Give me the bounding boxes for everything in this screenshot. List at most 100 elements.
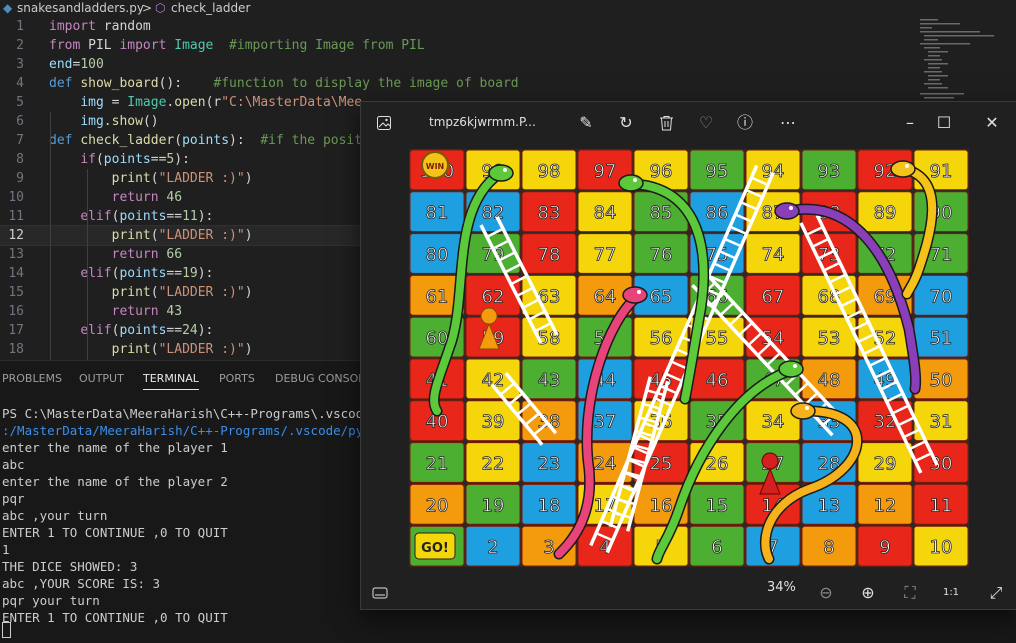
snake-eye bbox=[805, 406, 809, 410]
cell-number: 65 bbox=[650, 286, 673, 307]
breadcrumb-file[interactable]: snakesandladders.py bbox=[17, 0, 144, 17]
delete-icon[interactable] bbox=[653, 110, 679, 136]
fullscreen-icon[interactable]: ⤢ bbox=[983, 580, 1009, 606]
board-cell: 93 bbox=[801, 149, 857, 191]
viewer-title: tmpz6kjwrmm.P... bbox=[429, 115, 536, 129]
terminal-line: ENTER 1 TO CONTINUE ,0 TO QUIT bbox=[2, 525, 228, 540]
board-cell: 81 bbox=[409, 191, 465, 233]
board-cell: 10 bbox=[913, 525, 969, 567]
cell-number: 3 bbox=[543, 537, 554, 558]
terminal-line: ENTER 1 TO CONTINUE ,0 TO QUIT bbox=[2, 610, 228, 625]
code-text: import random bbox=[49, 19, 151, 34]
rotate-icon[interactable]: ↻ bbox=[613, 110, 639, 136]
cell-number: 20 bbox=[426, 495, 449, 516]
cell-number: 18 bbox=[538, 495, 561, 516]
code-text: end=100 bbox=[49, 57, 104, 72]
cell-number: 16 bbox=[650, 495, 673, 516]
close-icon[interactable]: ✕ bbox=[979, 110, 1005, 136]
cell-number: 85 bbox=[650, 203, 673, 224]
zoom-in-icon[interactable]: ⊕ bbox=[855, 580, 881, 606]
indent-guide bbox=[50, 112, 51, 360]
board-cell: 19 bbox=[465, 483, 521, 525]
cell-number: 70 bbox=[930, 286, 953, 307]
snake-eye bbox=[905, 164, 909, 168]
board-cell: 29 bbox=[857, 442, 913, 483]
line-number: 7 bbox=[16, 133, 24, 148]
cell-number: 74 bbox=[762, 245, 785, 266]
cell-number: 9 bbox=[879, 537, 890, 558]
code-text: print("LADDER :)") bbox=[111, 171, 253, 186]
snake-eye bbox=[633, 178, 637, 182]
cell-number: 81 bbox=[426, 203, 449, 224]
cell-number: 39 bbox=[482, 412, 505, 433]
cell-number: 83 bbox=[538, 203, 561, 224]
minimize-icon[interactable]: – bbox=[897, 110, 923, 136]
snake-head bbox=[618, 174, 644, 192]
cell-number: 34 bbox=[762, 412, 785, 433]
cell-number: 8 bbox=[823, 537, 834, 558]
board-cell: 43 bbox=[521, 358, 577, 400]
cell-number: 25 bbox=[650, 454, 673, 475]
terminal-line: THE DICE SHOWED: 3 bbox=[2, 559, 138, 574]
board-cell: 22 bbox=[465, 442, 521, 483]
terminal-line: pqr your turn bbox=[2, 593, 100, 608]
minimap[interactable] bbox=[918, 17, 998, 107]
terminal-line: enter the name of the player 1 bbox=[2, 440, 228, 455]
cell-number: 6 bbox=[711, 537, 722, 558]
line-number: 4 bbox=[16, 76, 24, 91]
snake-eye bbox=[789, 206, 793, 210]
cell-number: 98 bbox=[538, 161, 561, 182]
terminal-line: 1 bbox=[2, 542, 10, 557]
code-line[interactable]: 4 def show_board(): #function to display … bbox=[0, 74, 1016, 93]
tab-ports[interactable]: PORTS bbox=[219, 372, 255, 385]
breadcrumb: ◆ snakesandladders.py > ⬡ check_ladder bbox=[0, 0, 1016, 17]
actual-size-icon[interactable]: 1:1 bbox=[938, 580, 964, 606]
board-cell: 6 bbox=[689, 525, 745, 567]
line-number: 16 bbox=[8, 304, 24, 319]
code-line[interactable]: 1 import random bbox=[0, 17, 1016, 36]
code-text: return 43 bbox=[111, 304, 183, 319]
fit-icon[interactable]: ⛶ bbox=[897, 580, 923, 606]
code-text: if(points==5): bbox=[80, 152, 190, 167]
cell-number: 43 bbox=[538, 370, 561, 391]
tab-output[interactable]: OUTPUT bbox=[79, 372, 124, 385]
info-icon[interactable]: ⓘ bbox=[732, 110, 758, 136]
code-line[interactable]: 3 end=100 bbox=[0, 55, 1016, 74]
code-line[interactable]: 2 from PIL import Image #importing Image … bbox=[0, 36, 1016, 55]
code-text: elif(points==11): bbox=[80, 209, 214, 224]
image-icon[interactable] bbox=[371, 110, 397, 136]
line-number: 10 bbox=[8, 190, 24, 205]
board-cell: 83 bbox=[521, 191, 577, 233]
terminal-line: abc ,YOUR SCORE IS: 3 bbox=[2, 576, 161, 591]
tab-terminal[interactable]: TERMINAL bbox=[143, 372, 199, 390]
maximize-icon[interactable]: ☐ bbox=[931, 110, 957, 136]
cell-number: 67 bbox=[762, 286, 785, 307]
zoom-out-icon[interactable]: ⊖ bbox=[813, 580, 839, 606]
line-number: 15 bbox=[8, 285, 24, 300]
cell-number: 61 bbox=[426, 286, 449, 307]
favorite-icon[interactable]: ♡ bbox=[693, 110, 719, 136]
code-text: print("LADDER :)") bbox=[111, 285, 253, 300]
tab-problems[interactable]: PROBLEMS bbox=[2, 372, 62, 385]
board-cell: 48 bbox=[801, 358, 857, 400]
cell-number: 24 bbox=[594, 454, 617, 475]
edit-icon[interactable]: ✎ bbox=[573, 110, 599, 136]
board-cell: 18 bbox=[521, 483, 577, 525]
tab-debug-console[interactable]: DEBUG CONSOLE bbox=[275, 372, 371, 385]
cell-number: 71 bbox=[930, 245, 953, 266]
cell-number: 62 bbox=[482, 286, 505, 307]
line-number: 6 bbox=[16, 114, 24, 129]
cell-number: 97 bbox=[594, 161, 617, 182]
line-number: 14 bbox=[8, 266, 24, 281]
board-cell: 23 bbox=[521, 442, 577, 483]
line-number: 9 bbox=[16, 171, 24, 186]
cell-number: 23 bbox=[538, 454, 561, 475]
snake-head bbox=[622, 286, 648, 304]
line-number: 17 bbox=[8, 323, 24, 338]
cell-number: 13 bbox=[818, 495, 841, 516]
board-cell: 76 bbox=[633, 233, 689, 274]
board-cell: 4 bbox=[577, 525, 633, 567]
more-icon[interactable]: ⋯ bbox=[775, 110, 801, 136]
filmstrip-icon[interactable] bbox=[367, 580, 393, 606]
breadcrumb-symbol[interactable]: check_ladder bbox=[171, 0, 250, 17]
